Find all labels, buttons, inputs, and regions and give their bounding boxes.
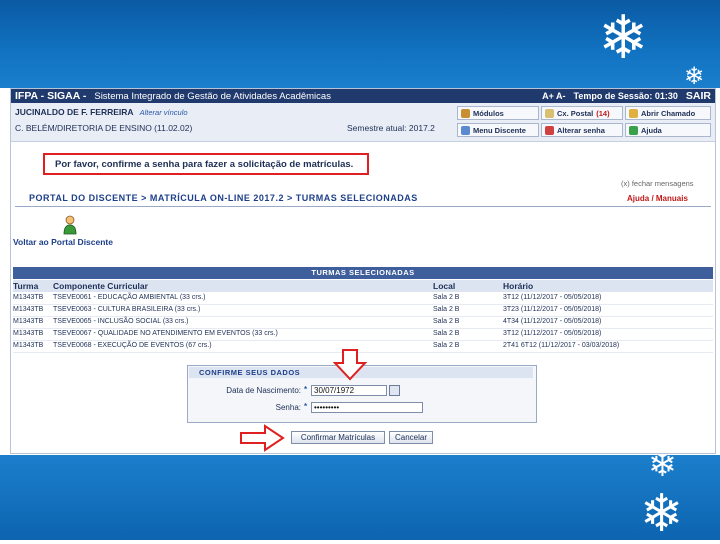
cell-local: Sala 2 B bbox=[433, 318, 460, 325]
birth-date-input[interactable] bbox=[311, 385, 387, 396]
alterar-senha-label: Alterar senha bbox=[557, 125, 605, 135]
table-row: M1343TB TSEVE0065 - INCLUSÃO SOCIAL (33 … bbox=[13, 317, 713, 329]
cell-local: Sala 2 B bbox=[433, 342, 460, 349]
cell-local: Sala 2 B bbox=[433, 330, 460, 337]
logout-link[interactable]: SAIR bbox=[686, 90, 711, 102]
column-header: Horário bbox=[503, 281, 534, 291]
app-title: IFPA - SIGAA - bbox=[15, 90, 87, 102]
snowflake-icon: ❄ bbox=[640, 484, 684, 544]
caixa-postal-button[interactable]: Cx. Postal (14) bbox=[541, 106, 623, 120]
confirm-enrollment-button[interactable]: Confirmar Matrículas bbox=[291, 431, 385, 444]
table-title: TURMAS SELECIONADAS bbox=[13, 267, 713, 279]
alterar-senha-button[interactable]: Alterar senha bbox=[541, 123, 623, 137]
calendar-icon[interactable] bbox=[389, 385, 400, 396]
font-size-controls[interactable]: A+ A- bbox=[542, 91, 565, 101]
snowflake-icon: ❄ bbox=[598, 3, 649, 73]
required-mark: * bbox=[304, 385, 308, 394]
column-header: Componente Curricular bbox=[53, 281, 148, 291]
cell-componente: TSEVE0067 - QUALIDADE NO ATENDIMENTO EM … bbox=[53, 330, 278, 337]
menu-discente-label: Menu Discente bbox=[473, 125, 526, 135]
menu-discente-button[interactable]: Menu Discente bbox=[457, 123, 539, 137]
cell-horario: 2T41 6T12 (11/12/2017 - 03/03/2018) bbox=[503, 342, 620, 349]
table-header: Turma Componente Curricular Local Horári… bbox=[13, 280, 713, 292]
user-unit: C. BELÉM/DIRETORIA DE ENSINO (11.02.02) bbox=[15, 123, 193, 133]
password-label: Senha: bbox=[275, 403, 301, 412]
mail-icon bbox=[545, 108, 554, 118]
cell-componente: TSEVE0061 - EDUCAÇÃO AMBIENTAL (33 crs.) bbox=[53, 294, 206, 301]
sigaa-window: IFPA - SIGAA - Sistema Integrado de Gest… bbox=[10, 88, 716, 454]
arrow-right-icon bbox=[240, 424, 285, 452]
ajuda-button[interactable]: Ajuda bbox=[625, 123, 711, 137]
ticket-icon bbox=[629, 108, 638, 118]
system-name: Sistema Integrado de Gestão de Atividade… bbox=[94, 90, 331, 102]
cell-turma: M1343TB bbox=[13, 306, 44, 313]
divider bbox=[15, 206, 711, 207]
change-link[interactable]: Alterar vínculo bbox=[140, 108, 188, 117]
modulos-label: Módulos bbox=[473, 108, 504, 118]
column-header: Local bbox=[433, 281, 456, 291]
modulos-button[interactable]: Módulos bbox=[457, 106, 539, 120]
breadcrumb: PORTAL DO DISCENTE > MATRÍCULA ON-LINE 2… bbox=[29, 193, 418, 203]
snowflake-icon: ❄ bbox=[684, 62, 705, 90]
abrir-chamado-button[interactable]: Abrir Chamado bbox=[625, 106, 711, 120]
close-messages-link[interactable]: (x) fechar mensagens bbox=[621, 179, 694, 188]
cell-horario: 3T12 (11/12/2017 - 05/05/2018) bbox=[503, 330, 602, 337]
required-mark: * bbox=[304, 402, 308, 411]
column-header: Turma bbox=[13, 281, 39, 291]
ajuda-label: Ajuda bbox=[641, 125, 662, 135]
help-manuals-link[interactable]: Ajuda / Manuais bbox=[627, 194, 688, 203]
arrow-down-icon bbox=[333, 349, 367, 381]
mail-count: (14) bbox=[596, 108, 610, 118]
birth-date-label: Data de Nascimento: bbox=[226, 386, 301, 395]
help-icon bbox=[629, 125, 638, 135]
cell-horario: 4T34 (11/12/2017 - 05/05/2018) bbox=[503, 318, 602, 325]
student-avatar-icon[interactable] bbox=[63, 215, 77, 235]
current-semester: Semestre atual: 2017.2 bbox=[347, 123, 435, 133]
student-menu-icon bbox=[461, 125, 470, 135]
user-name: JUCINALDO DE F. FERREIRA bbox=[15, 107, 134, 117]
key-icon bbox=[545, 125, 554, 135]
cell-turma: M1343TB bbox=[13, 318, 44, 325]
cell-local: Sala 2 B bbox=[433, 294, 460, 301]
user-name-line: JUCINALDO DE F. FERREIRA Alterar vínculo bbox=[15, 107, 188, 117]
bottom-blue-band bbox=[0, 455, 720, 540]
cancel-button[interactable]: Cancelar bbox=[389, 431, 433, 444]
cell-turma: M1343TB bbox=[13, 294, 44, 301]
session-timer: Tempo de Sessão: 01:30 bbox=[573, 91, 678, 101]
abrir-chamado-label: Abrir Chamado bbox=[641, 108, 696, 118]
user-info-bar: JUCINALDO DE F. FERREIRA Alterar vínculo… bbox=[11, 103, 715, 142]
password-input[interactable] bbox=[311, 402, 423, 413]
table-row: M1343TB TSEVE0061 - EDUCAÇÃO AMBIENTAL (… bbox=[13, 293, 713, 305]
cell-componente: TSEVE0065 - INCLUSÃO SOCIAL (33 crs.) bbox=[53, 318, 189, 325]
cell-turma: M1343TB bbox=[13, 342, 44, 349]
caixa-postal-label: Cx. Postal bbox=[557, 108, 594, 118]
confirm-password-message: Por favor, confirme a senha para fazer a… bbox=[43, 153, 369, 175]
cell-horario: 3T23 (11/12/2017 - 05/05/2018) bbox=[503, 306, 602, 313]
modules-icon bbox=[461, 108, 470, 118]
cell-componente: TSEVE0068 - EXECUÇÃO DE EVENTOS (67 crs.… bbox=[53, 342, 212, 349]
cell-local: Sala 2 B bbox=[433, 306, 460, 313]
table-row: M1343TB TSEVE0067 - QUALIDADE NO ATENDIM… bbox=[13, 329, 713, 341]
app-header: IFPA - SIGAA - Sistema Integrado de Gest… bbox=[11, 89, 715, 103]
cell-componente: TSEVE0063 - CULTURA BRASILEIRA (33 crs.) bbox=[53, 306, 201, 313]
cell-turma: M1343TB bbox=[13, 330, 44, 337]
cell-horario: 3T12 (11/12/2017 - 05/05/2018) bbox=[503, 294, 602, 301]
back-to-portal-link[interactable]: Voltar ao Portal Discente bbox=[13, 237, 113, 247]
table-row: M1343TB TSEVE0063 - CULTURA BRASILEIRA (… bbox=[13, 305, 713, 317]
